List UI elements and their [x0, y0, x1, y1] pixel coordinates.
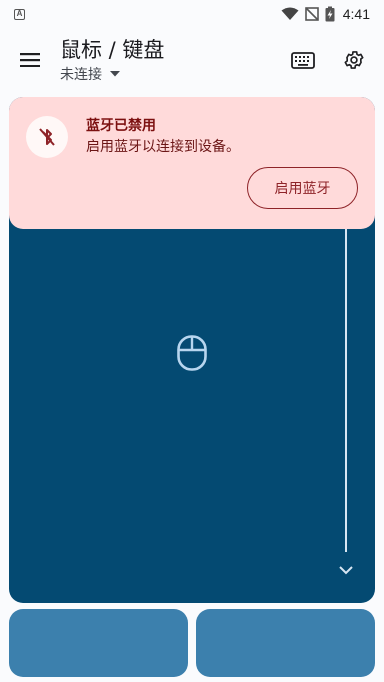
status-icons: 4:41 — [281, 6, 370, 22]
bluetooth-icon-container — [26, 116, 68, 158]
chevron-down-icon[interactable] — [337, 563, 355, 577]
menu-icon — [20, 53, 40, 67]
battery-charging-icon — [325, 6, 335, 22]
banner-message: 启用蓝牙以连接到设备。 — [86, 139, 240, 155]
notification-icon: A — [14, 8, 25, 20]
keyboard-button[interactable] — [288, 46, 318, 74]
enable-bluetooth-button[interactable]: 启用蓝牙 — [247, 167, 358, 209]
left-click-button[interactable] — [9, 609, 188, 677]
right-click-button[interactable] — [196, 609, 375, 677]
mouse-icon — [177, 335, 207, 371]
app-bar: 鼠标 / 键盘 未连接 — [0, 28, 384, 90]
bluetooth-disabled-banner: 蓝牙已禁用 启用蓝牙以连接到设备。 启用蓝牙 — [9, 97, 375, 229]
connection-status: 未连接 — [60, 67, 102, 83]
bluetooth-disabled-icon — [39, 128, 55, 146]
signal-off-icon — [304, 7, 319, 21]
status-bar: A 4:41 — [0, 0, 384, 28]
keyboard-icon — [291, 51, 315, 69]
wifi-icon — [281, 7, 299, 20]
settings-button[interactable] — [339, 45, 369, 75]
gear-icon — [344, 51, 364, 69]
connection-selector[interactable]: 未连接 — [60, 64, 120, 84]
chevron-down-icon — [110, 71, 120, 77]
menu-button[interactable] — [16, 46, 44, 74]
banner-title: 蓝牙已禁用 — [86, 118, 156, 134]
page-title: 鼠标 / 键盘 — [60, 38, 165, 62]
scroll-bar[interactable] — [345, 217, 347, 552]
clock: 4:41 — [342, 6, 370, 22]
